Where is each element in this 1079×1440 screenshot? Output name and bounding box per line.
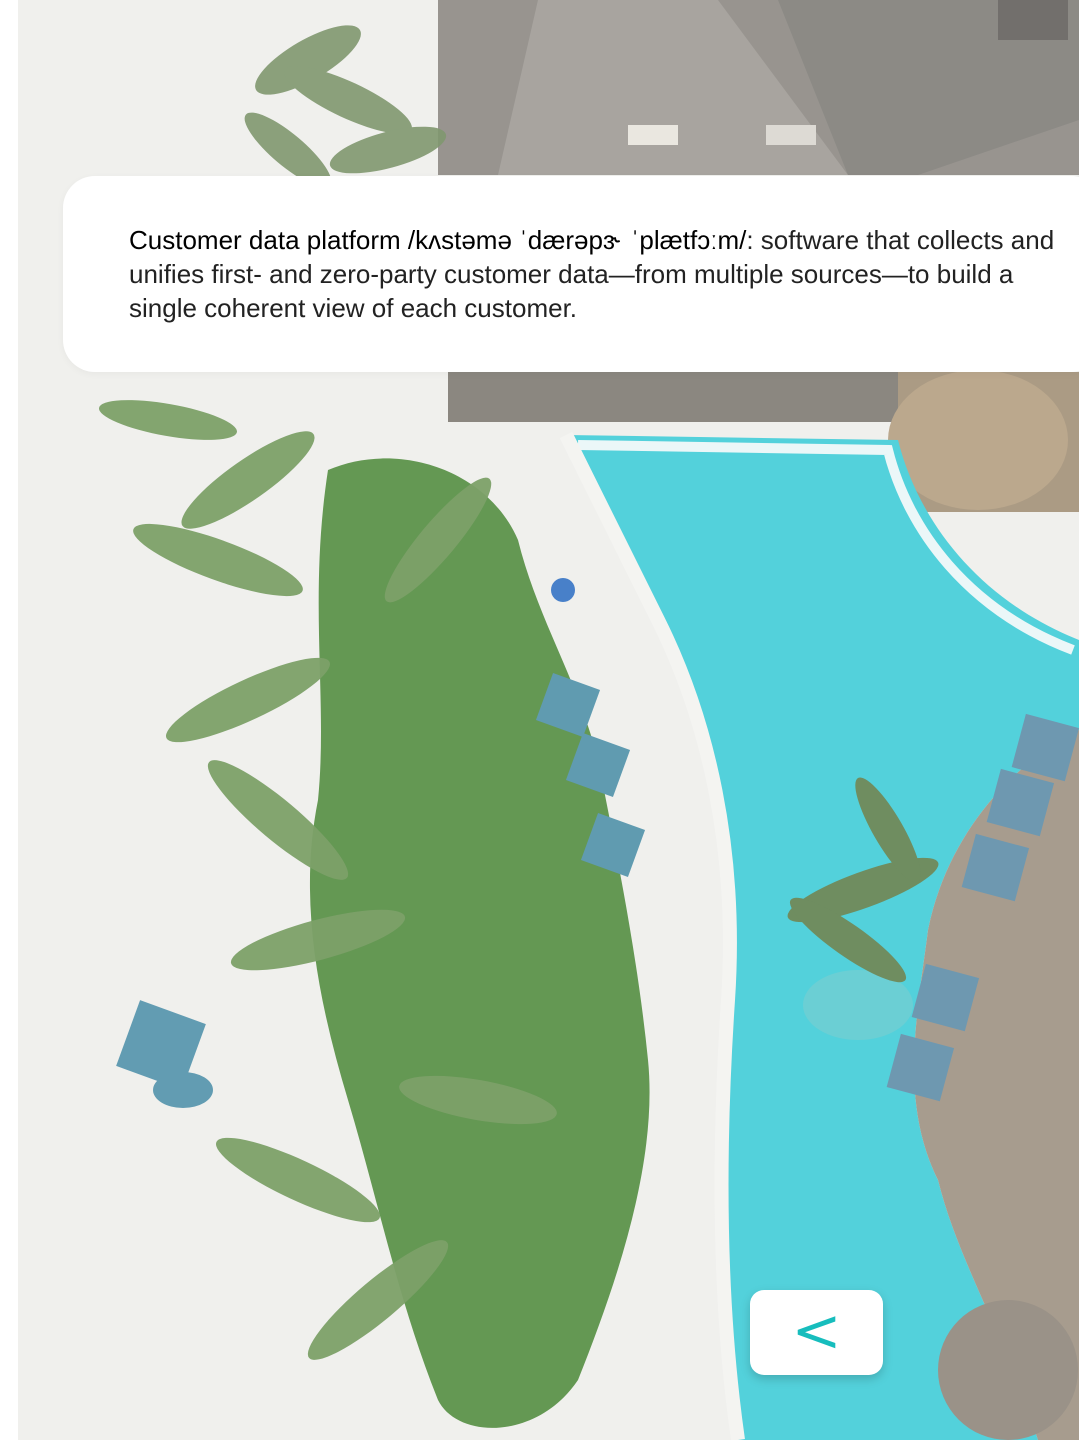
back-button[interactable]: < xyxy=(750,1290,883,1375)
definition-term: Customer data platform /kʌstəmə ˈdærəpɜ˞… xyxy=(129,225,747,255)
page-margin xyxy=(0,0,18,1440)
definition-card: Customer data platform /kʌstəmə ˈdærəpɜ˞… xyxy=(63,176,1079,372)
definition-separator: : xyxy=(746,225,754,255)
definition-text: Customer data platform /kʌstəmə ˈdærəpɜ˞… xyxy=(129,223,1079,325)
chevron-left-icon: < xyxy=(791,1295,842,1366)
